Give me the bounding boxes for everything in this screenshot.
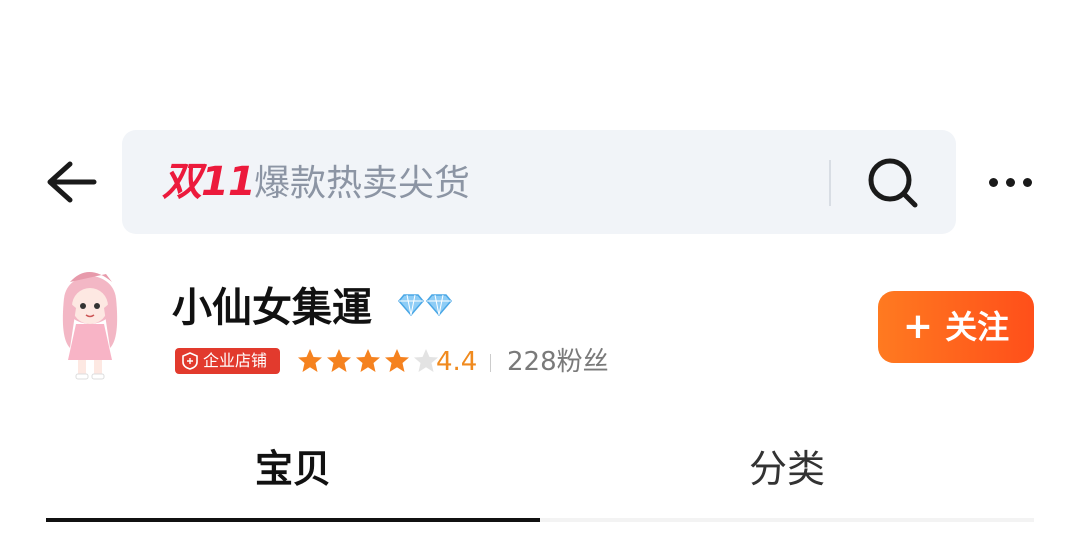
tab-category[interactable]: 分类	[540, 430, 1034, 508]
shop-name: 小仙女集運	[172, 285, 372, 331]
diamond-icon	[398, 294, 452, 317]
follower-count: 228粉丝	[507, 347, 609, 377]
more-button[interactable]	[978, 160, 1042, 204]
enterprise-store-badge: 企业店铺	[175, 348, 280, 374]
double-eleven-tag: 双11	[162, 159, 256, 205]
more-dots-icon	[988, 177, 998, 187]
tab-products[interactable]: 宝贝	[46, 430, 540, 508]
search-icon	[868, 158, 918, 208]
avatar-image	[62, 272, 118, 380]
enterprise-badge-icon	[182, 352, 198, 370]
rating-stars	[297, 348, 442, 376]
back-arrow-icon	[47, 161, 97, 203]
shop-avatar[interactable]	[50, 268, 130, 383]
star-icon	[356, 349, 380, 372]
shop-info: 小仙女集運 企业店铺 4.4 228粉丝 + 关注	[0, 268, 1080, 388]
tab-bar: 宝贝 分类	[0, 430, 1080, 530]
search-divider	[829, 160, 831, 206]
follow-button[interactable]: + 关注	[878, 291, 1034, 363]
diamond-level	[397, 292, 453, 318]
follow-label: 关注	[945, 308, 1010, 346]
star-icon	[327, 349, 351, 372]
rating-value: 4.4	[436, 347, 478, 377]
rating-divider	[490, 354, 491, 372]
search-bar[interactable]: 双11 爆款热卖尖货	[122, 130, 956, 234]
search-placeholder: 爆款热卖尖货	[254, 163, 471, 204]
plus-icon: +	[902, 306, 934, 347]
back-button[interactable]	[40, 150, 104, 214]
tab-active-indicator	[46, 518, 540, 522]
badge-label: 企业店铺	[203, 351, 268, 370]
star-icon	[298, 349, 322, 372]
search-button[interactable]	[862, 152, 924, 214]
star-icon	[385, 349, 409, 372]
top-bar: 双11 爆款热卖尖货	[0, 130, 1080, 234]
